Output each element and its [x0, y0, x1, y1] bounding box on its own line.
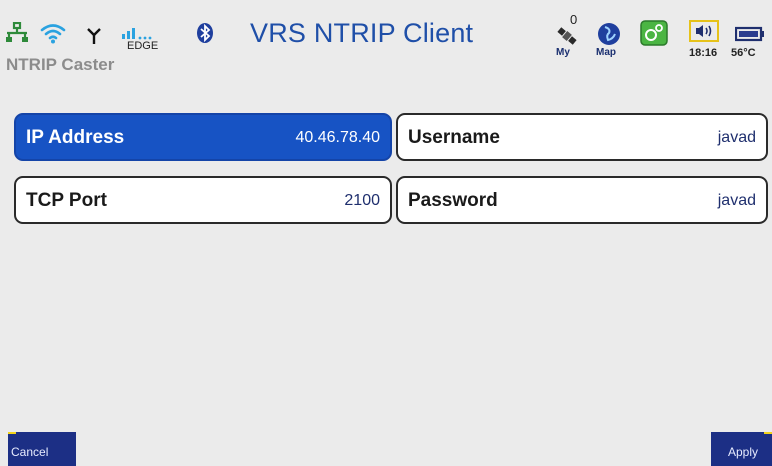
tcp-port-field[interactable]: TCP Port 2100	[14, 176, 392, 224]
status-bar: EDGE VRS NTRIP Client 0 My Map 18:16 56°…	[0, 0, 772, 76]
apply-mark-icon	[764, 432, 772, 434]
settings-icon[interactable]	[640, 20, 668, 46]
antenna-icon	[87, 28, 101, 44]
tcp-port-label: TCP Port	[26, 190, 107, 211]
page-title: VRS NTRIP Client	[250, 18, 474, 48]
password-label: Password	[408, 190, 498, 211]
battery-icon	[735, 26, 764, 42]
cancel-button[interactable]: Cancel	[8, 432, 76, 466]
map-globe-icon[interactable]	[597, 22, 621, 46]
ip-address-field[interactable]: IP Address 40.46.78.40	[14, 113, 392, 161]
apply-button[interactable]: Apply	[711, 432, 772, 466]
ip-address-value: 40.46.78.40	[295, 129, 380, 146]
speaker-icon[interactable]	[689, 20, 719, 42]
tcp-port-value: 2100	[344, 192, 380, 209]
network-type-label: EDGE	[127, 40, 159, 52]
apply-label: Apply	[728, 445, 759, 459]
cancel-mark-icon	[8, 432, 16, 434]
username-value: javad	[717, 129, 756, 146]
bluetooth-icon	[197, 23, 213, 43]
password-field[interactable]: Password javad	[396, 176, 768, 224]
section-title: NTRIP Caster	[6, 55, 115, 74]
wifi-icon	[40, 24, 66, 44]
satellite-icon[interactable]	[556, 26, 578, 46]
ip-address-label: IP Address	[26, 127, 125, 148]
temperature: 56°C	[731, 47, 756, 59]
cellular-signal-icon	[122, 28, 152, 40]
password-value: javad	[717, 192, 756, 209]
username-field[interactable]: Username javad	[396, 113, 768, 161]
clock: 18:16	[689, 47, 718, 59]
username-label: Username	[408, 127, 500, 148]
cancel-label: Cancel	[11, 445, 49, 459]
map-label[interactable]: Map	[596, 47, 616, 58]
satellite-count: 0	[570, 12, 578, 27]
my-position-label[interactable]: My	[556, 47, 570, 58]
ethernet-icon	[6, 22, 28, 42]
